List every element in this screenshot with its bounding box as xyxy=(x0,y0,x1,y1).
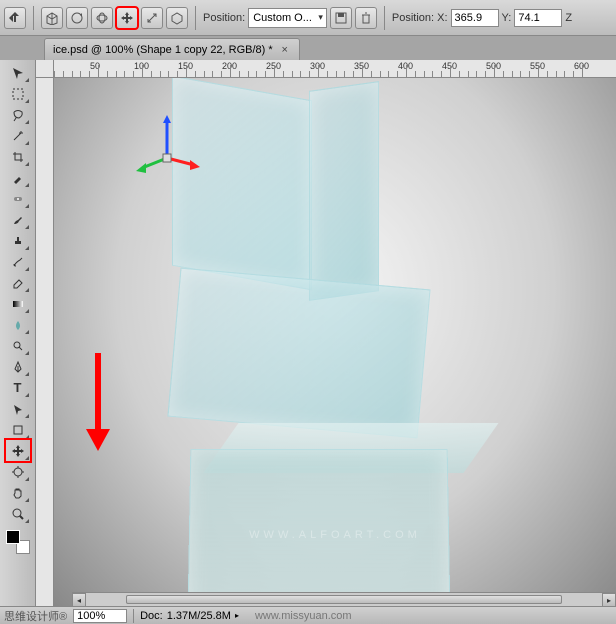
fg-color-swatch[interactable] xyxy=(6,530,20,544)
chevron-right-icon: ▸ xyxy=(235,611,239,620)
healing-tool[interactable] xyxy=(6,188,30,209)
position-x-input[interactable]: 365.9 xyxy=(451,9,499,27)
status-bar: 思维设计师® 100% Doc: 1.37M/25.8M ▸ www.missy… xyxy=(0,606,616,624)
dodge-tool[interactable] xyxy=(6,335,30,356)
ice-block xyxy=(172,78,312,290)
canvas-wrap: 50100150200250300350400450500550600 xyxy=(36,60,616,606)
position-label: Position: xyxy=(203,12,245,24)
drag-3d-button[interactable] xyxy=(116,7,138,29)
position-y-input[interactable]: 74.1 xyxy=(514,9,562,27)
marquee-tool[interactable] xyxy=(6,83,30,104)
doc-label: Doc: xyxy=(140,610,163,622)
rotate-3d-button[interactable] xyxy=(66,7,88,29)
type-tool[interactable]: T xyxy=(6,377,30,398)
watermark-footer: www.missyuan.com xyxy=(255,610,352,622)
ice-block xyxy=(188,449,451,606)
color-swatches[interactable] xyxy=(6,530,30,554)
separator xyxy=(384,6,385,30)
save-position-button[interactable] xyxy=(330,7,352,29)
tool-preset-button[interactable] xyxy=(4,7,26,29)
canvas[interactable]: WWW.ALFOART.COM ◂ ▸ xyxy=(54,78,616,606)
left-toolbox: T xyxy=(0,60,36,606)
scroll-right-button[interactable]: ▸ xyxy=(602,593,616,606)
eyedropper-tool[interactable] xyxy=(6,167,30,188)
brush-tool[interactable] xyxy=(6,209,30,230)
scroll-left-button[interactable]: ◂ xyxy=(72,593,86,606)
position-dropdown-value: Custom O... xyxy=(253,12,312,24)
ice-block xyxy=(167,268,430,439)
pen-tool[interactable] xyxy=(6,356,30,377)
wand-tool[interactable] xyxy=(6,125,30,146)
ruler-origin[interactable] xyxy=(36,60,54,78)
close-icon[interactable]: × xyxy=(279,44,291,56)
3d-axis-gizmo[interactable] xyxy=(132,113,202,183)
horizontal-scrollbar[interactable]: ◂ ▸ xyxy=(72,592,616,606)
stamp-tool[interactable] xyxy=(6,230,30,251)
3d-camera-tool[interactable] xyxy=(6,461,30,482)
move-tool[interactable] xyxy=(6,62,30,83)
blur-tool[interactable] xyxy=(6,314,30,335)
position-dropdown[interactable]: Custom O... xyxy=(248,8,327,28)
home-3d-button[interactable] xyxy=(41,7,63,29)
history-brush-tool[interactable] xyxy=(6,251,30,272)
ruler-vertical[interactable] xyxy=(36,78,54,606)
ruler-horizontal[interactable]: 50100150200250300350400450500550600 xyxy=(54,60,616,78)
document-tab-bar: ice.psd @ 100% (Shape 1 copy 22, RGB/8) … xyxy=(0,36,616,60)
delete-position-button[interactable] xyxy=(355,7,377,29)
shape-tool[interactable] xyxy=(6,419,30,440)
path-select-tool[interactable] xyxy=(6,398,30,419)
main-area: T 50100150200250300350400450500550600 xyxy=(0,60,616,606)
3d-object-tool[interactable] xyxy=(6,440,30,461)
scroll-thumb[interactable] xyxy=(126,595,562,604)
position-y-label: Y: xyxy=(502,12,512,24)
crop-tool[interactable] xyxy=(6,146,30,167)
gradient-tool[interactable] xyxy=(6,293,30,314)
hand-tool[interactable] xyxy=(6,482,30,503)
lasso-tool[interactable] xyxy=(6,104,30,125)
roll-3d-button[interactable] xyxy=(91,7,113,29)
options-bar: Position: Custom O... Position: X: 365.9… xyxy=(0,0,616,36)
doc-size: 1.37M/25.8M xyxy=(167,610,231,622)
tab-title: ice.psd @ 100% (Shape 1 copy 22, RGB/8) … xyxy=(53,44,273,56)
position-x-label: Position: X: xyxy=(392,12,448,24)
position-z-label: Z xyxy=(565,12,572,24)
eraser-tool[interactable] xyxy=(6,272,30,293)
zoom-input[interactable]: 100% xyxy=(73,609,127,623)
scale-3d-button[interactable] xyxy=(166,7,188,29)
doc-size-segment[interactable]: Doc: 1.37M/25.8M ▸ xyxy=(133,609,245,623)
watermark: WWW.ALFOART.COM xyxy=(249,529,421,541)
zoom-tool[interactable] xyxy=(6,503,30,524)
footer-branding: 思维设计师® xyxy=(4,608,67,624)
separator xyxy=(33,6,34,30)
separator xyxy=(195,6,196,30)
annotation-arrow xyxy=(89,353,107,463)
ice-block xyxy=(309,81,379,301)
slide-3d-button[interactable] xyxy=(141,7,163,29)
document-tab[interactable]: ice.psd @ 100% (Shape 1 copy 22, RGB/8) … xyxy=(44,38,300,60)
